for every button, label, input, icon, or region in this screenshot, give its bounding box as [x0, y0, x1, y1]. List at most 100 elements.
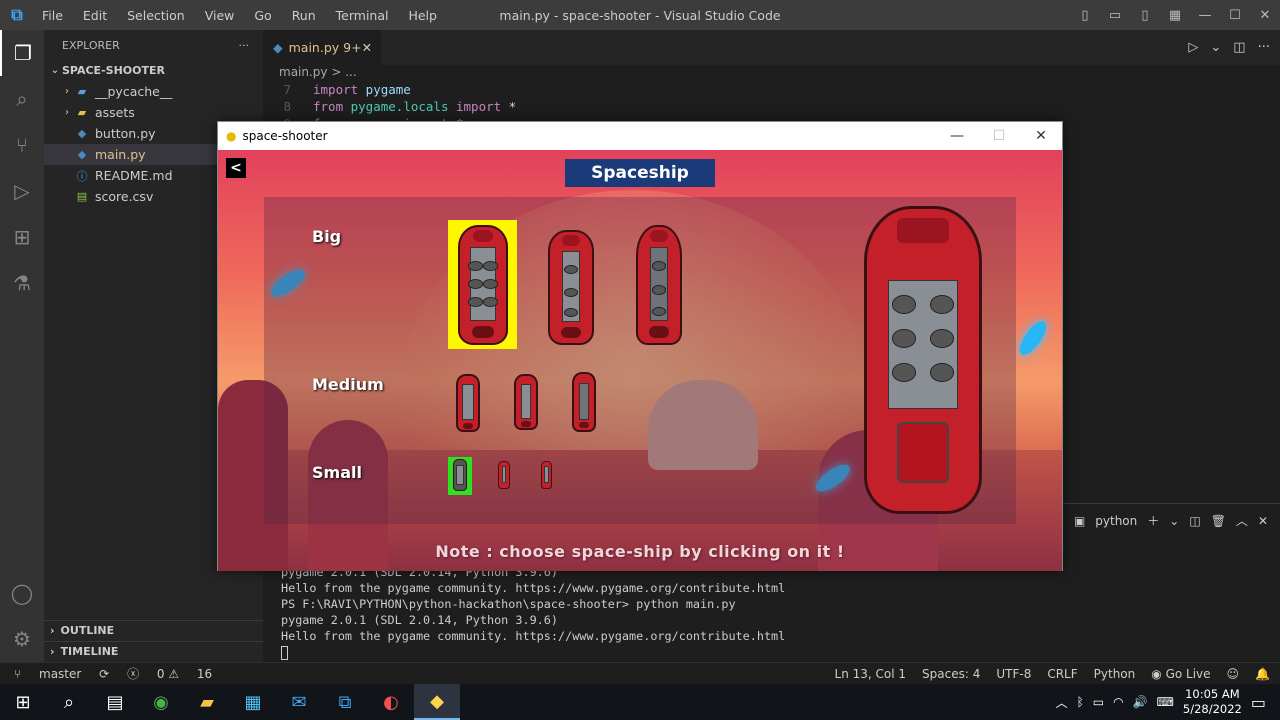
extensions-icon[interactable]: ⊞ — [0, 214, 44, 260]
maximize-button[interactable]: ☐ — [1224, 8, 1246, 23]
line-ending[interactable]: CRLF — [1047, 667, 1077, 681]
more-actions-icon[interactable]: ··· — [1258, 40, 1270, 55]
close-button[interactable]: ✕ — [1254, 8, 1276, 23]
indentation[interactable]: Spaces: 4 — [922, 667, 980, 681]
minimize-button[interactable]: — — [936, 122, 978, 150]
file-explorer-icon[interactable]: ▰ — [184, 684, 230, 720]
run-debug-icon[interactable]: ▷ — [0, 168, 44, 214]
problem-count-badge: 9+ — [343, 40, 362, 55]
encoding[interactable]: UTF-8 — [996, 667, 1031, 681]
ship-small-3[interactable] — [541, 461, 552, 489]
menu-help[interactable]: Help — [408, 8, 437, 23]
store-icon[interactable]: ▦ — [230, 684, 276, 720]
terminal-output: pygame 2.0.1 (SDL 2.0.14, Python 3.9.6) H… — [281, 564, 785, 660]
ship-big-3[interactable] — [636, 225, 682, 345]
chevron-down-icon[interactable]: ⌄ — [1169, 514, 1179, 528]
toggle-panel-icon[interactable]: ▭ — [1104, 8, 1126, 23]
clock[interactable]: 10:05 AM 5/28/2022 — [1183, 687, 1242, 717]
close-panel-icon[interactable]: ✕ — [1258, 514, 1268, 528]
vscode-taskbar-icon[interactable]: ⧉ — [322, 684, 368, 720]
terminal-line: Hello from the pygame community. https:/… — [281, 629, 786, 643]
ship-big-2[interactable] — [548, 230, 594, 345]
recorder-icon[interactable]: ◐ — [368, 684, 414, 720]
window-controls: ▯ ▭ ▯ ▦ — ☐ ✕ — [1070, 0, 1280, 30]
toggle-sidebar-icon[interactable]: ▯ — [1074, 8, 1096, 23]
bluetooth-icon[interactable]: ᛒ — [1077, 695, 1084, 709]
mail-icon[interactable]: ✉ — [276, 684, 322, 720]
menu-terminal[interactable]: Terminal — [336, 8, 389, 23]
search-icon[interactable]: ⌕ — [0, 76, 44, 122]
close-button[interactable]: ✕ — [1020, 122, 1062, 150]
cursor-position[interactable]: Ln 13, Col 1 — [835, 667, 907, 681]
toggle-secondary-sidebar-icon[interactable]: ▯ — [1134, 8, 1156, 23]
menu-edit[interactable]: Edit — [83, 8, 107, 23]
ship-small-1[interactable] — [453, 459, 467, 491]
branch-indicator[interactable]: ⑂ master — [14, 667, 81, 681]
battery-icon[interactable]: ▭ — [1093, 695, 1104, 709]
task-view-icon[interactable]: ▤ — [92, 684, 138, 720]
testing-icon[interactable]: ⚗ — [0, 260, 44, 306]
menu-go[interactable]: Go — [254, 8, 271, 23]
ship-medium-3[interactable] — [572, 372, 596, 432]
windows-start-icon[interactable]: ⊞ — [0, 684, 46, 720]
tree-item-assets[interactable]: › ▰ assets — [44, 102, 263, 123]
minimize-button[interactable]: — — [1194, 8, 1216, 23]
split-editor-icon[interactable]: ◫ — [1233, 40, 1245, 55]
code-editor[interactable]: 7 import pygame 8 from pygame.locals imp… — [263, 81, 1280, 131]
background-crystal — [1014, 317, 1052, 359]
problems-indicator[interactable]: ⓧ 0 ⚠ 16 — [127, 667, 212, 681]
search-icon[interactable]: ⌕ — [46, 684, 92, 720]
timeline-section[interactable]: › TIMELINE — [44, 641, 263, 661]
menu-view[interactable]: View — [205, 8, 235, 23]
outline-section[interactable]: › OUTLINE — [44, 620, 263, 640]
chrome-icon[interactable]: ◉ — [138, 684, 184, 720]
ship-medium-2[interactable] — [514, 374, 538, 430]
terminal-shell-label[interactable]: python — [1095, 514, 1137, 528]
run-python-icon[interactable]: ▷ — [1188, 40, 1198, 55]
page-heading: Spaceship — [565, 159, 715, 187]
chevron-right-icon: › — [50, 624, 55, 637]
close-tab-icon[interactable]: ✕ — [362, 40, 372, 55]
ship-big-1[interactable] — [458, 225, 508, 345]
volume-icon[interactable]: 🔊 — [1133, 695, 1148, 709]
language-mode[interactable]: Python — [1094, 667, 1136, 681]
code-line: 8 from pygame.locals import * — [283, 99, 517, 114]
maximize-panel-icon[interactable]: ︿ — [1236, 512, 1248, 529]
wifi-icon[interactable]: ◠ — [1113, 695, 1123, 709]
customize-layout-icon[interactable]: ▦ — [1164, 8, 1186, 23]
feedback-icon[interactable]: ☺ — [1227, 667, 1240, 681]
vscode-logo-icon: ⧉ — [11, 5, 23, 24]
menu-run[interactable]: Run — [292, 8, 316, 23]
go-live-button[interactable]: ◉ Go Live — [1151, 667, 1210, 681]
notification-center-icon[interactable]: ▭ — [1251, 693, 1266, 712]
keyboard-icon[interactable]: ⌨ — [1157, 695, 1174, 709]
category-small-label: Small — [312, 463, 362, 482]
menu-file[interactable]: File — [42, 8, 63, 23]
explorer-icon[interactable]: ❐ — [0, 30, 44, 76]
tree-item-pycache[interactable]: › ▰ __pycache__ — [44, 81, 263, 102]
trash-icon[interactable]: 🗑 — [1211, 514, 1226, 528]
sync-icon[interactable]: ⟳ — [99, 667, 109, 681]
workspace-root[interactable]: ⌄ SPACE-SHOOTER — [44, 60, 263, 81]
source-control-icon[interactable]: ⑂ — [0, 122, 44, 168]
tab-main-py[interactable]: ◆ main.py 9+ ✕ — [263, 30, 381, 65]
back-button[interactable]: < — [226, 158, 246, 178]
new-terminal-icon[interactable]: ＋ — [1147, 512, 1159, 529]
ship-small-2[interactable] — [498, 461, 510, 489]
maximize-button[interactable]: ☐ — [978, 122, 1020, 150]
more-actions-icon[interactable]: ··· — [239, 39, 250, 52]
split-terminal-icon[interactable]: ◫ — [1189, 514, 1200, 528]
breadcrumb[interactable]: main.py > ... — [263, 65, 1280, 81]
python-file-icon: ◆ — [77, 148, 87, 161]
accounts-icon[interactable]: ◯ — [0, 570, 44, 616]
show-hidden-icons[interactable]: ︿ — [1056, 694, 1068, 711]
pygame-icon: ● — [226, 129, 237, 143]
notifications-icon[interactable]: 🔔 — [1255, 667, 1270, 681]
menu-selection[interactable]: Selection — [127, 8, 185, 23]
python-taskbar-icon[interactable]: ◆ — [414, 684, 460, 720]
settings-gear-icon[interactable]: ⚙ — [0, 616, 44, 662]
game-canvas[interactable]: < Spaceship Big Medium Small Note: choo… — [218, 150, 1062, 571]
folder-icon: ▰ — [77, 85, 87, 98]
chevron-down-icon[interactable]: ⌄ — [1210, 40, 1221, 55]
ship-medium-1[interactable] — [456, 374, 480, 432]
